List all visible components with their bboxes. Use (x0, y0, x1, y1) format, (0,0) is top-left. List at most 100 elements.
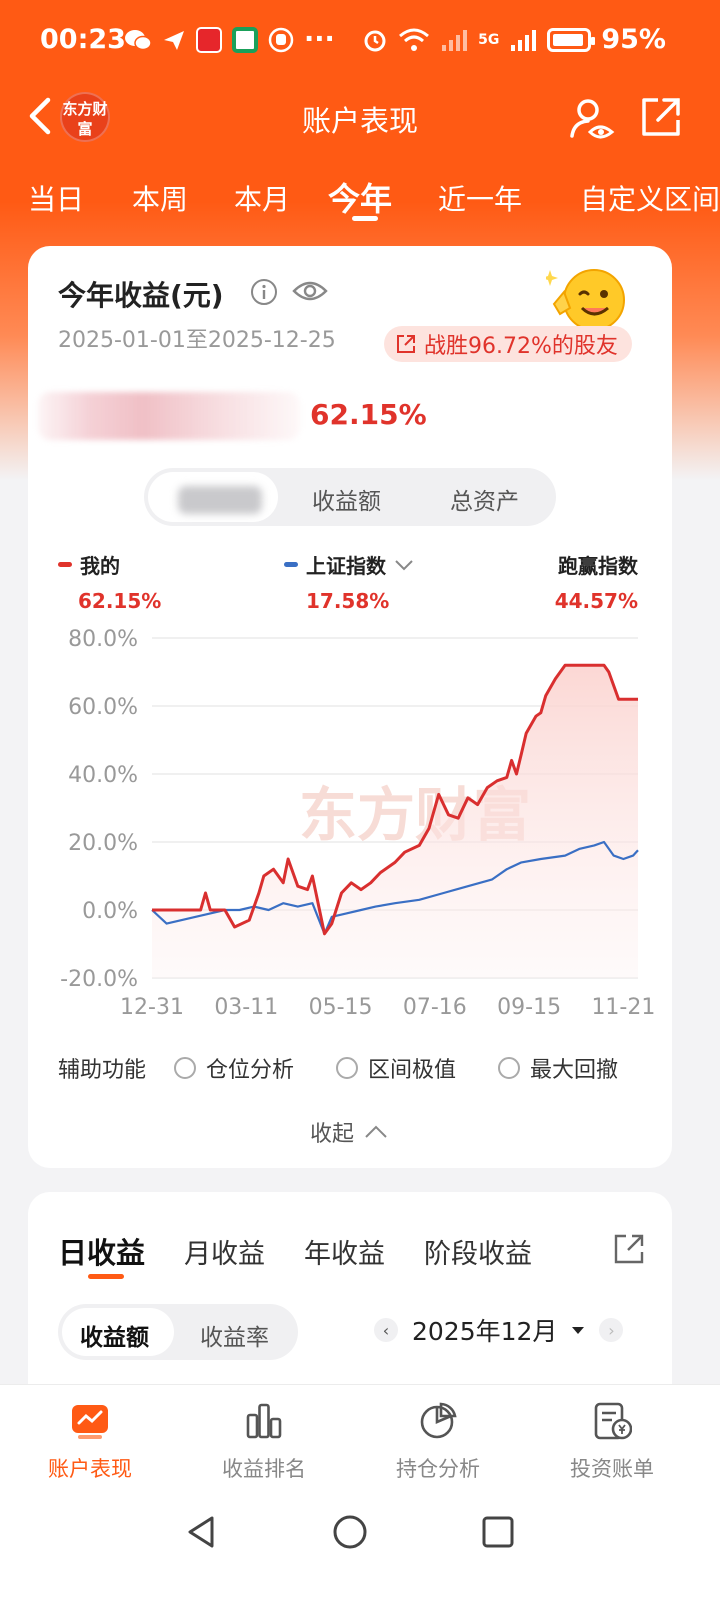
notification-icons: ··· (124, 24, 335, 55)
nav-investment-bill[interactable]: 投资账单 (522, 1385, 702, 1493)
radio-icon (498, 1057, 520, 1079)
legend-index-swatch (284, 562, 298, 567)
nav-earnings-ranking[interactable]: 收益排名 (174, 1385, 354, 1493)
prev-month-button[interactable]: ‹ (374, 1318, 398, 1342)
export-icon[interactable] (612, 1232, 646, 1266)
hand-icon (268, 27, 294, 52)
tab-this-month[interactable]: 本月 (234, 178, 290, 218)
tab-yearly-earnings[interactable]: 年收益 (304, 1232, 385, 1271)
earnings-type-toggle: 收益额 收益率 (58, 1304, 298, 1360)
alarm-icon (364, 30, 386, 51)
tab-custom-range[interactable]: 自定义区间 (580, 178, 720, 218)
radio-icon (336, 1057, 358, 1079)
beat-peers-badge[interactable]: 战胜96.72%的股友 (384, 326, 632, 362)
system-nav-bar (0, 1492, 720, 1610)
share-small-icon (397, 335, 415, 353)
share-icon[interactable] (638, 94, 684, 140)
x-tick-label: 12-31 (120, 995, 184, 1020)
blurred-segment-label (178, 486, 262, 514)
signal-5g-icon (511, 29, 537, 51)
tab-this-week[interactable]: 本周 (132, 178, 188, 218)
tab-period-earnings[interactable]: 阶段收益 (424, 1232, 532, 1271)
month-picker: ‹ 2025年12月 › (374, 1312, 624, 1348)
system-back-icon[interactable] (182, 1512, 222, 1552)
send-icon (164, 30, 184, 50)
tab-daily-earnings[interactable]: 日收益 (58, 1230, 145, 1272)
bottom-nav: 账户表现 收益排名 持仓分析 投资账单 (0, 1384, 720, 1492)
legend-outperform: 跑赢指数 44.57% (555, 550, 638, 613)
nav-holdings-analysis[interactable]: 持仓分析 (348, 1385, 528, 1493)
segment-rate-active[interactable] (148, 472, 278, 522)
segment-earnings-rate[interactable]: 收益率 (200, 1318, 269, 1352)
radio-icon (174, 1057, 196, 1079)
tab-last-year[interactable]: 近一年 (438, 178, 522, 218)
system-home-icon[interactable] (330, 1512, 370, 1552)
caret-down-icon[interactable] (571, 1325, 585, 1335)
y-tick-label: -20.0% (60, 967, 138, 992)
chevron-down-icon[interactable] (394, 558, 414, 572)
y-tick-label: 40.0% (68, 763, 138, 788)
aux-max-drawdown[interactable]: 最大回撤 (498, 1052, 618, 1084)
bar-chart-icon (246, 1403, 282, 1439)
nav-label: 投资账单 (570, 1457, 654, 1481)
signal-icon (442, 29, 468, 51)
aux-label: 辅助功能 (58, 1058, 147, 1083)
hidden-amount-blur (38, 392, 300, 440)
battery-level: 95% (601, 24, 666, 55)
collapse-button[interactable]: 收起 (310, 1116, 388, 1148)
legend-index[interactable]: 上证指数 17.58% (284, 550, 414, 613)
eye-icon[interactable] (292, 276, 328, 306)
legend-index-label: 上证指数 (306, 554, 386, 578)
next-month-button[interactable]: › (599, 1318, 624, 1342)
nav-label: 持仓分析 (396, 1457, 480, 1481)
x-tick-label: 07-16 (403, 995, 467, 1020)
segment-total-assets[interactable]: 总资产 (450, 482, 519, 516)
active-tab-indicator (352, 216, 378, 221)
chart-card-icon (72, 1405, 108, 1439)
segment-amount[interactable]: 收益额 (312, 482, 381, 516)
tab-this-year[interactable]: 今年 (328, 174, 392, 220)
tab-monthly-earnings[interactable]: 月收益 (184, 1232, 265, 1271)
aux-position-analysis[interactable]: 仓位分析 (174, 1052, 294, 1084)
app-icon-red (196, 26, 222, 53)
nav-account-performance[interactable]: 账户表现 (0, 1385, 180, 1493)
x-tick-label: 09-15 (497, 995, 561, 1020)
x-tick-label: 03-11 (214, 995, 278, 1020)
nav-bar: 东方财富 账户表现 (0, 84, 720, 154)
legend-index-value: 17.58% (306, 589, 390, 613)
aux-option-label: 最大回撤 (530, 1058, 619, 1083)
status-bar: 00:23 ··· 5G 95% (0, 0, 720, 84)
more-notifications: ··· (304, 24, 335, 55)
info-icon[interactable] (250, 278, 278, 306)
x-tick-label: 05-15 (309, 995, 373, 1020)
legend-mine-value: 62.15% (78, 589, 162, 613)
y-tick-label: 0.0% (82, 899, 138, 924)
x-tick-label: 11-21 (591, 995, 655, 1020)
returns-line-chart[interactable]: 东方财富80.0%60.0%40.0%20.0%0.0%-20.0%12-31 0… (48, 616, 658, 1028)
metric-segmented-control: 收益额 总资产 (144, 468, 556, 526)
wifi-icon (399, 28, 430, 51)
return-percentage: 62.15% (310, 398, 427, 431)
chevron-up-icon (365, 1125, 387, 1138)
returns-card: 今年收益(元) 2025-01-01至2025-12-25 战胜96.72%的股… (28, 246, 672, 1168)
aux-option-label: 仓位分析 (206, 1058, 295, 1083)
segment-earnings-amount[interactable]: 收益额 (80, 1318, 149, 1352)
y-tick-label: 60.0% (68, 695, 138, 720)
period-tabs: 当日 本周 本月 今年 近一年 自定义区间 (0, 168, 720, 228)
tab-today[interactable]: 当日 (28, 178, 84, 218)
battery-icon (547, 27, 596, 52)
aux-range-extremes[interactable]: 区间极值 (336, 1052, 456, 1084)
app-icon-green (232, 26, 258, 53)
bill-icon (594, 1402, 632, 1440)
collapse-label: 收起 (310, 1122, 355, 1147)
network-type: 5G (478, 31, 500, 48)
returns-title: 今年收益(元) (58, 279, 224, 312)
selected-month[interactable]: 2025年12月 (412, 1312, 557, 1348)
legend-mine-swatch (58, 562, 72, 567)
nav-label: 账户表现 (48, 1457, 132, 1481)
user-eye-icon[interactable] (568, 94, 616, 142)
wechat-icon (125, 29, 152, 50)
system-status: 5G 95% (362, 24, 666, 55)
system-recents-icon[interactable] (478, 1512, 518, 1552)
winking-mascot-icon (546, 269, 625, 331)
